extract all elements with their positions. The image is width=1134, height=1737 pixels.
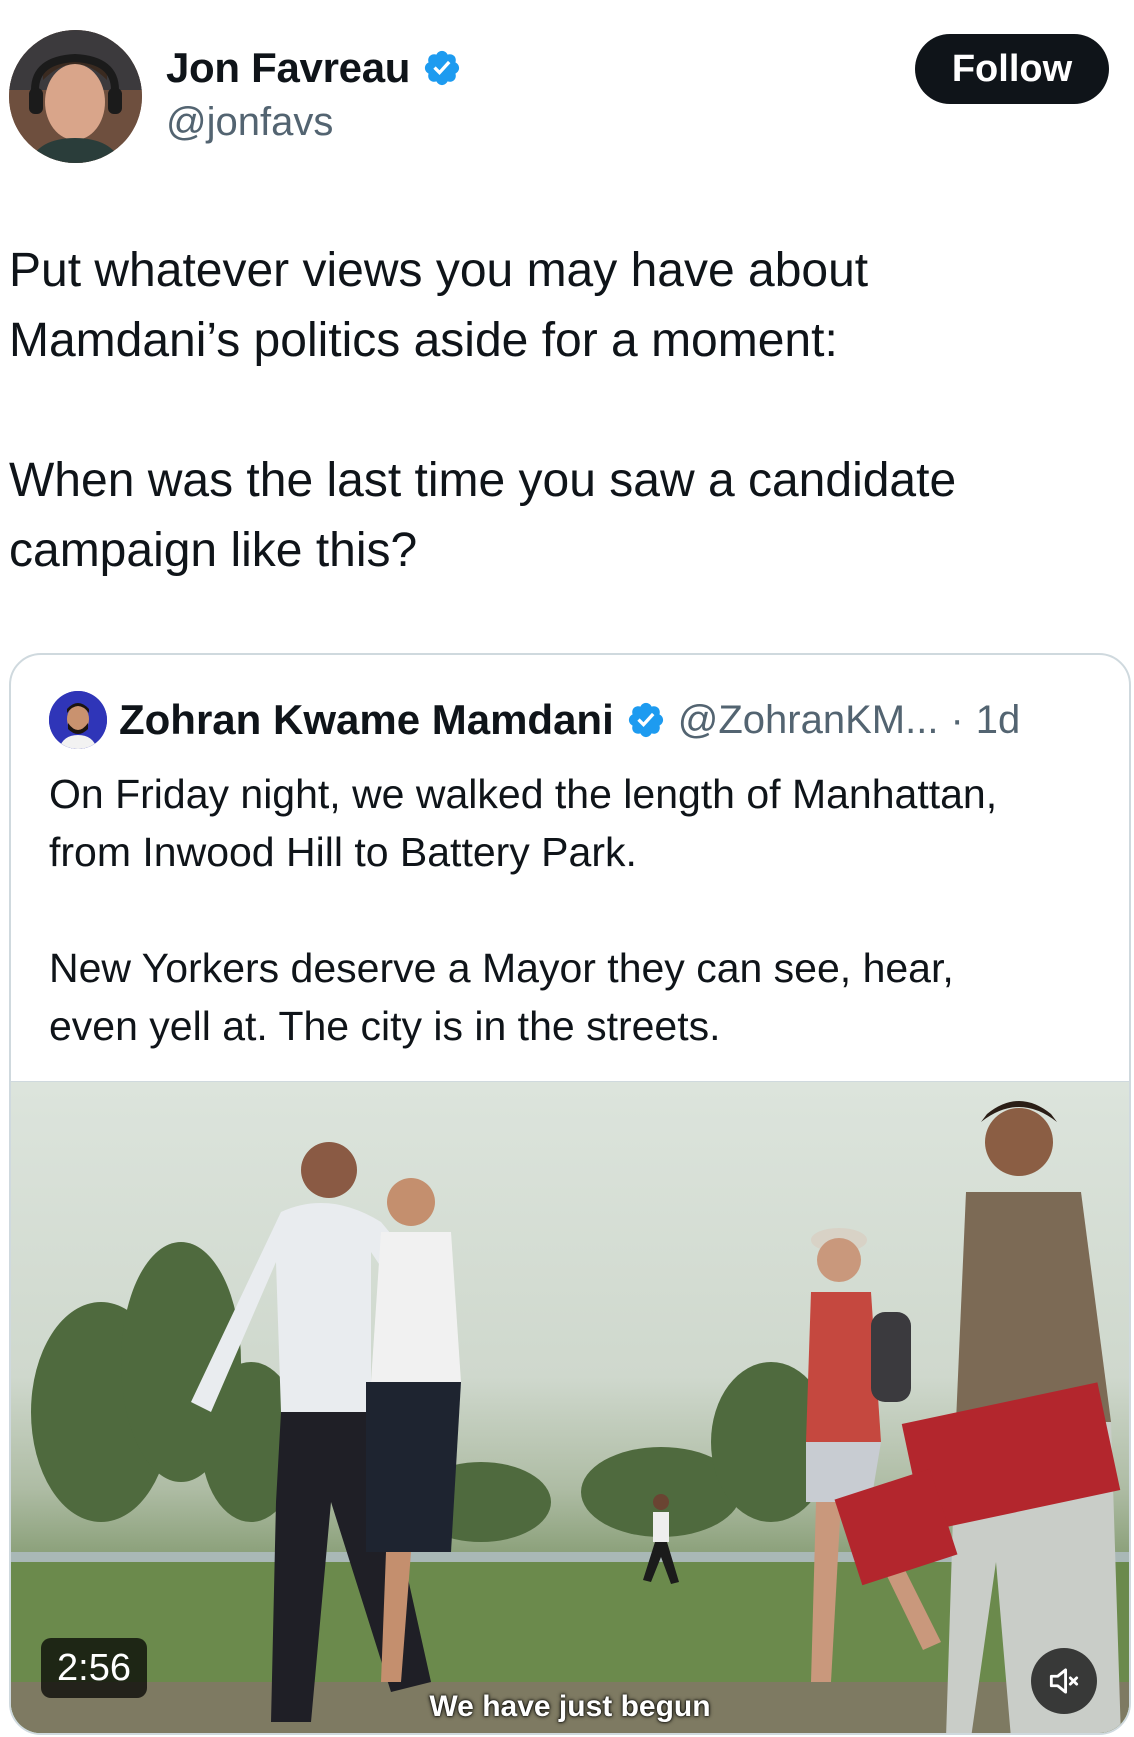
author-avatar[interactable]: [9, 30, 142, 163]
quoted-author-display-name[interactable]: Zohran Kwame Mamdani: [119, 696, 614, 744]
mute-button[interactable]: [1031, 1648, 1097, 1714]
author-display-name[interactable]: Jon Favreau: [166, 44, 410, 92]
verified-badge-icon: [425, 50, 460, 86]
author-name-row: Jon Favreau: [166, 44, 462, 92]
quoted-author-avatar[interactable]: [49, 691, 107, 749]
quoted-tweet-timestamp[interactable]: 1d: [976, 698, 1021, 743]
quoted-tweet-header: Zohran Kwame Mamdani @ZohranKM... · 1d: [49, 691, 1020, 749]
quoted-tweet-text: On Friday night, we walked the length of…: [49, 771, 998, 1049]
speaker-muted-icon: [1049, 1668, 1079, 1694]
video-duration-badge: 2:56: [41, 1638, 147, 1698]
video-frame: [11, 1101, 1129, 1733]
follow-button[interactable]: Follow: [915, 34, 1109, 104]
quoted-author-handle[interactable]: @ZohranKM...: [678, 698, 939, 743]
author-handle[interactable]: @jonfavs: [166, 100, 333, 145]
video-caption: We have just begun: [429, 1690, 711, 1723]
quoted-tweet-card[interactable]: Zohran Kwame Mamdani @ZohranKM... · 1d O…: [9, 653, 1131, 1735]
video-player[interactable]: 2:56 We have just begun: [11, 1081, 1129, 1733]
meta-separator: ·: [950, 697, 964, 742]
verified-badge-icon: [628, 702, 663, 738]
tweet-header: Jon Favreau @jonfavs Follow: [0, 0, 1134, 180]
tweet-text: Put whatever views you may have about Ma…: [9, 244, 957, 577]
